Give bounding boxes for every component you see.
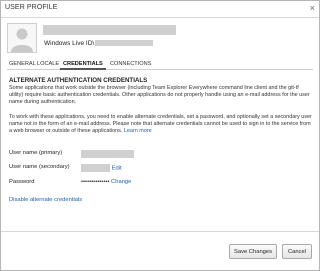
dialog-footer: Save Changes Cancel (1, 231, 319, 270)
default-avatar-icon (8, 24, 36, 52)
live-id: Windows Live ID\ (44, 40, 154, 47)
learn-more-link[interactable]: Learn more (124, 128, 152, 134)
secondary-username-value: Edit (81, 164, 122, 172)
tab-connections[interactable]: CONNECTIONS (110, 61, 151, 67)
section-title: ALTERNATE AUTHENTICATION CREDENTIALS (9, 77, 148, 84)
dialog-title: USER PROFILE (5, 4, 58, 11)
change-password-link[interactable]: Change (111, 179, 131, 185)
tab-credentials[interactable]: CREDENTIALS (60, 61, 106, 70)
primary-username-redacted (81, 150, 134, 158)
paragraph-2-text: To work with these applications, you nee… (9, 114, 312, 135)
secondary-username-label: User name (secondary) (9, 164, 70, 170)
cancel-button[interactable]: Cancel (282, 244, 312, 259)
tab-locale[interactable]: LOCALE (37, 61, 59, 67)
description-paragraph-2: To work with these applications, you nee… (9, 114, 313, 135)
password-mask: •••••••••••••• (81, 179, 110, 185)
close-icon[interactable]: × (310, 3, 315, 13)
password-value: •••••••••••••• Change (81, 179, 131, 185)
tab-general[interactable]: GENERAL (9, 61, 36, 67)
primary-username-value (81, 150, 134, 158)
secondary-username-redacted (81, 164, 110, 172)
title-bar: USER PROFILE × (1, 1, 319, 18)
description-paragraph-1: Some applications that work outside the … (9, 85, 310, 106)
password-label: Password (9, 179, 35, 185)
user-profile-dialog: USER PROFILE × Windows Live ID\ GENERAL … (0, 0, 320, 271)
edit-secondary-username-link[interactable]: Edit (112, 166, 122, 172)
avatar (7, 23, 37, 53)
live-id-label: Windows Live ID\ (44, 40, 95, 47)
save-changes-button[interactable]: Save Changes (229, 244, 277, 259)
live-id-redacted (95, 40, 154, 47)
display-name-redacted (43, 25, 176, 35)
primary-username-label: User name (primary) (9, 150, 63, 156)
disable-alternate-credentials-link[interactable]: Disable alternate credentials (9, 197, 82, 203)
profile-tabs: GENERAL LOCALE CREDENTIALS CONNECTIONS (7, 60, 313, 70)
